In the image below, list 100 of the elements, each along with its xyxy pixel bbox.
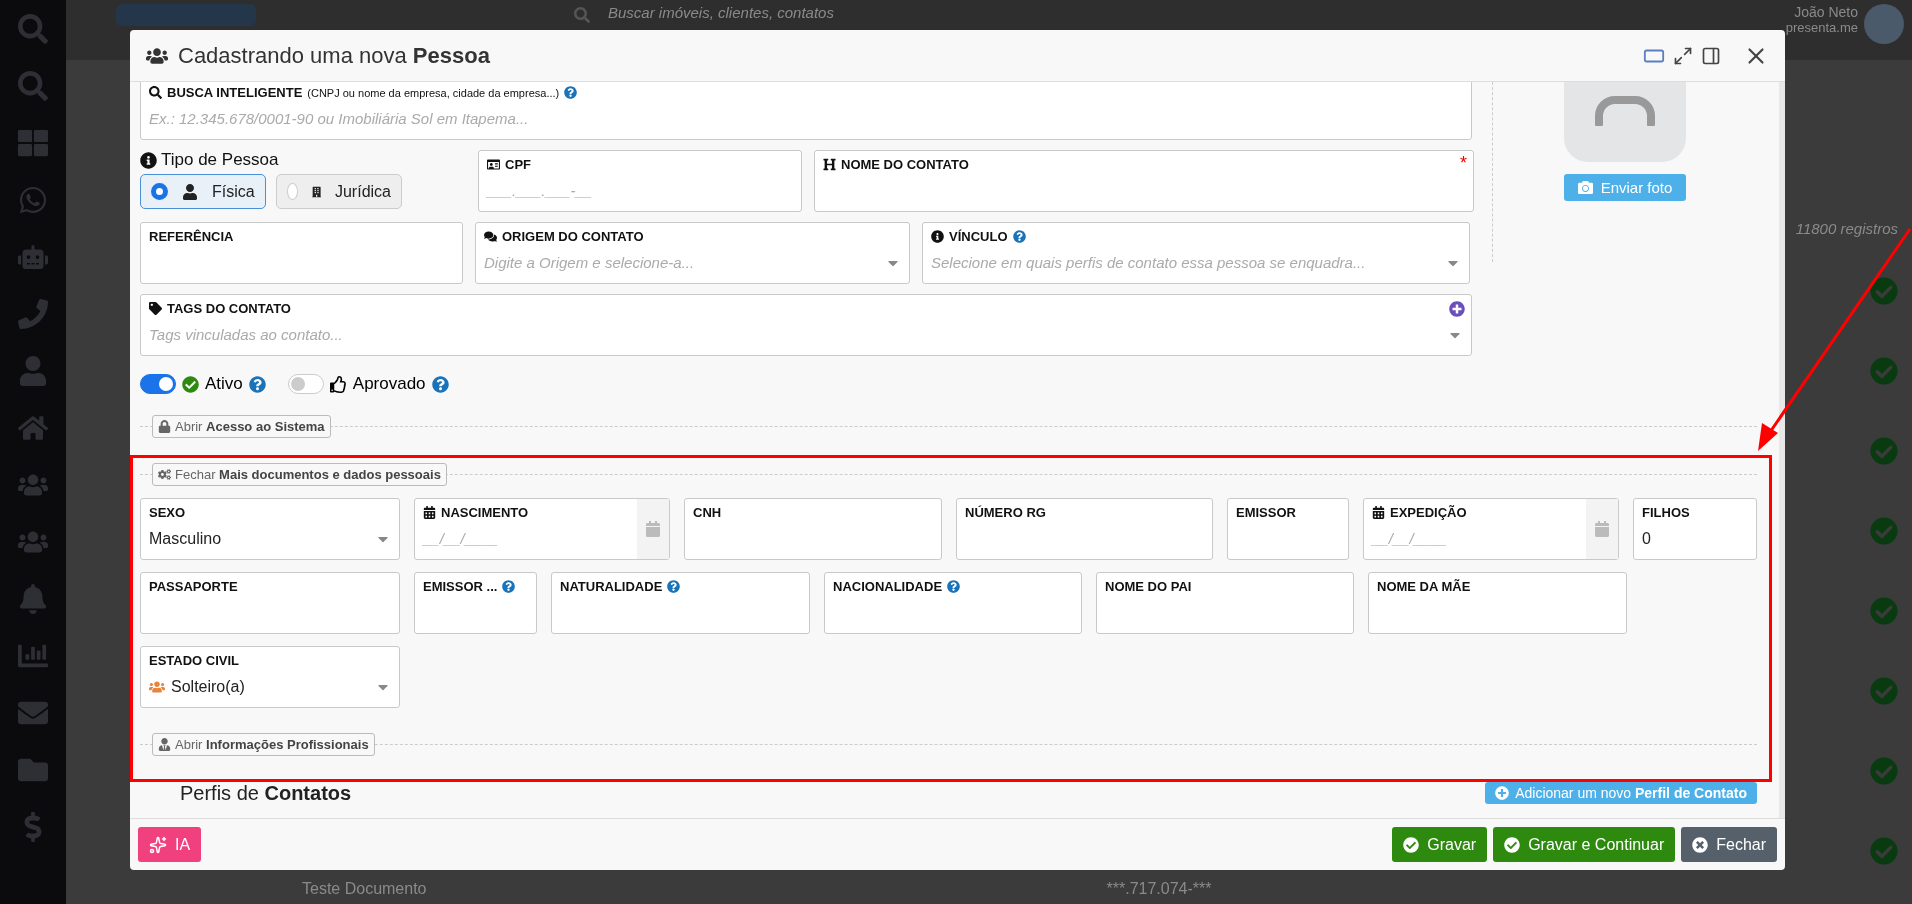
add-icon[interactable] bbox=[1449, 301, 1465, 317]
grid-icon[interactable] bbox=[18, 128, 48, 158]
input-field[interactable]: REFERÊNCIA bbox=[140, 222, 463, 284]
calendar-icon[interactable] bbox=[1586, 499, 1618, 559]
calendar-icon bbox=[1372, 506, 1385, 519]
search-icon bbox=[149, 86, 162, 99]
bell-icon[interactable] bbox=[18, 584, 48, 614]
heading-icon bbox=[823, 158, 836, 171]
thumbs-up-icon bbox=[329, 375, 347, 393]
input-field[interactable]: PASSAPORTE bbox=[140, 572, 400, 634]
field-placeholder: Selecione em quais perfis de contato essa pessoa se enquadra... bbox=[931, 254, 1366, 271]
phone-icon[interactable] bbox=[18, 299, 48, 329]
check-icon bbox=[1403, 836, 1420, 853]
field-label: NOME DO CONTATO bbox=[823, 157, 969, 172]
house-icon[interactable] bbox=[18, 413, 48, 443]
section-toggle-button[interactable]: Abrir Informações Profissionais bbox=[152, 733, 375, 756]
select-field[interactable]: TAGS DO CONTATO Tags vinculadas ao contato... bbox=[140, 294, 1472, 356]
select-field[interactable]: ESTADO CIVIL Solteiro(a) bbox=[140, 646, 400, 708]
input-field[interactable]: NOME DA MÃE bbox=[1368, 572, 1627, 634]
check-icon bbox=[1870, 437, 1898, 465]
add-icon bbox=[1495, 786, 1510, 800]
search-placeholder[interactable]: Buscar imóveis, clientes, contatos bbox=[608, 4, 834, 21]
date-field[interactable]: EXPEDIÇÃO __/__/____ bbox=[1363, 498, 1619, 560]
field-value: Solteiro(a) bbox=[149, 678, 245, 696]
check-icon bbox=[182, 375, 199, 393]
input-field[interactable]: FILHOS 0 bbox=[1633, 498, 1757, 560]
gears-icon bbox=[158, 468, 171, 481]
records-count: 11800 registros bbox=[1795, 220, 1898, 237]
toggle-label: Ativo bbox=[205, 374, 243, 394]
toggle-switch[interactable] bbox=[140, 374, 176, 394]
document-number: ***.717.074-*** bbox=[1106, 880, 1212, 898]
search-icon[interactable] bbox=[574, 7, 590, 23]
select-field[interactable]: SEXO Masculino bbox=[140, 498, 400, 560]
input-field[interactable]: NOME DO CONTATO * bbox=[814, 150, 1474, 212]
user-site: presenta.me bbox=[1785, 20, 1858, 35]
select-field[interactable]: VÍNCULO Selecione em quais perfis de contato essa pessoa se enquadra... bbox=[922, 222, 1470, 284]
input-field[interactable]: NACIONALIDADE bbox=[824, 572, 1082, 634]
person-icon[interactable] bbox=[18, 356, 48, 386]
field-label: ORIGEM DO CONTATO bbox=[484, 229, 644, 244]
required-mark: * bbox=[1460, 153, 1467, 174]
input-field[interactable]: CPF ___.___.___-__ bbox=[478, 150, 802, 212]
radio-option[interactable]: Física bbox=[140, 174, 266, 209]
help-icon bbox=[248, 375, 266, 393]
field-placeholder: __/__/____ bbox=[423, 530, 499, 547]
help-icon bbox=[564, 86, 578, 99]
expand-icon[interactable] bbox=[1673, 45, 1693, 66]
info-icon bbox=[931, 230, 944, 243]
chat-icon[interactable] bbox=[18, 185, 48, 215]
check-icon bbox=[1870, 677, 1898, 705]
calendar-icon bbox=[423, 506, 436, 519]
logo[interactable] bbox=[116, 4, 256, 26]
lock-icon bbox=[158, 420, 171, 433]
field-label: NOME DO PAI bbox=[1105, 579, 1192, 594]
field-label: NOME DA MÃE bbox=[1377, 579, 1471, 594]
input-field[interactable]: BUSCA INTELIGENTE (CNPJ ou nome da empresa, cidade da empresa...) Ex.: 12.345.678/0001-90 ou Imobiliária Sol em Itapema... bbox=[140, 82, 1472, 140]
field-placeholder: Tags vinculadas ao contato... bbox=[149, 326, 343, 343]
input-field[interactable]: CNH bbox=[684, 498, 942, 560]
field-value: 0 bbox=[1642, 530, 1651, 548]
field-label: Tipo de Pessoa bbox=[140, 150, 466, 170]
input-field[interactable]: EMISSOR ... bbox=[414, 572, 537, 634]
save-button[interactable]: Gravar bbox=[1392, 827, 1488, 862]
id-card-icon bbox=[487, 158, 500, 171]
person-icon bbox=[182, 183, 198, 200]
field-label: REFERÊNCIA bbox=[149, 229, 234, 244]
person-icon bbox=[158, 738, 171, 751]
search-icon[interactable] bbox=[18, 71, 48, 101]
field-label: CPF bbox=[487, 157, 531, 172]
radio-option[interactable]: Jurídica bbox=[276, 174, 402, 209]
field-placeholder: __/__/____ bbox=[1372, 530, 1448, 547]
save-button[interactable]: Gravar e Continuar bbox=[1493, 827, 1676, 862]
field-label: SEXO bbox=[149, 505, 186, 520]
field-label: TAGS DO CONTATO bbox=[149, 301, 291, 316]
field-label: EMISSOR bbox=[1236, 505, 1296, 520]
select-field[interactable]: ORIGEM DO CONTATO Digite a Origem e selecione-a... bbox=[475, 222, 910, 284]
field-label: VÍNCULO bbox=[931, 229, 1026, 244]
avatar[interactable] bbox=[1864, 4, 1904, 44]
ai-button[interactable]: IA bbox=[138, 827, 202, 862]
field-label: ESTADO CIVIL bbox=[149, 653, 240, 668]
search-icon[interactable] bbox=[18, 14, 48, 44]
user-name: João Neto bbox=[1794, 4, 1858, 20]
field-label: PASSAPORTE bbox=[149, 579, 238, 594]
chat-icon bbox=[484, 230, 497, 243]
field-label: NACIONALIDADE bbox=[833, 579, 961, 594]
input-field[interactable]: NOME DO PAI bbox=[1096, 572, 1354, 634]
robot-icon[interactable] bbox=[18, 242, 48, 272]
calendar-icon[interactable] bbox=[637, 499, 669, 559]
info-icon bbox=[140, 151, 157, 169]
panel-icon[interactable] bbox=[1701, 45, 1721, 66]
check-icon bbox=[1870, 517, 1898, 545]
section-toggle-button[interactable]: Abrir Acesso ao Sistema bbox=[152, 415, 331, 438]
toggle-switch[interactable] bbox=[287, 374, 324, 394]
field-label: EXPEDIÇÃO bbox=[1372, 505, 1467, 520]
section-toggle-button[interactable]: Fechar Mais documentos e dados pessoais bbox=[152, 463, 447, 486]
modal-title: Cadastrando uma nova Pessoa bbox=[178, 42, 490, 69]
date-field[interactable]: NASCIMENTO __/__/____ bbox=[414, 498, 670, 560]
input-field[interactable]: NATURALIDADE bbox=[551, 572, 810, 634]
close-button[interactable]: Fechar bbox=[1681, 827, 1777, 862]
input-field[interactable]: NÚMERO RG bbox=[956, 498, 1213, 560]
sparkles-icon bbox=[149, 835, 167, 854]
input-field[interactable]: EMISSOR bbox=[1227, 498, 1349, 560]
